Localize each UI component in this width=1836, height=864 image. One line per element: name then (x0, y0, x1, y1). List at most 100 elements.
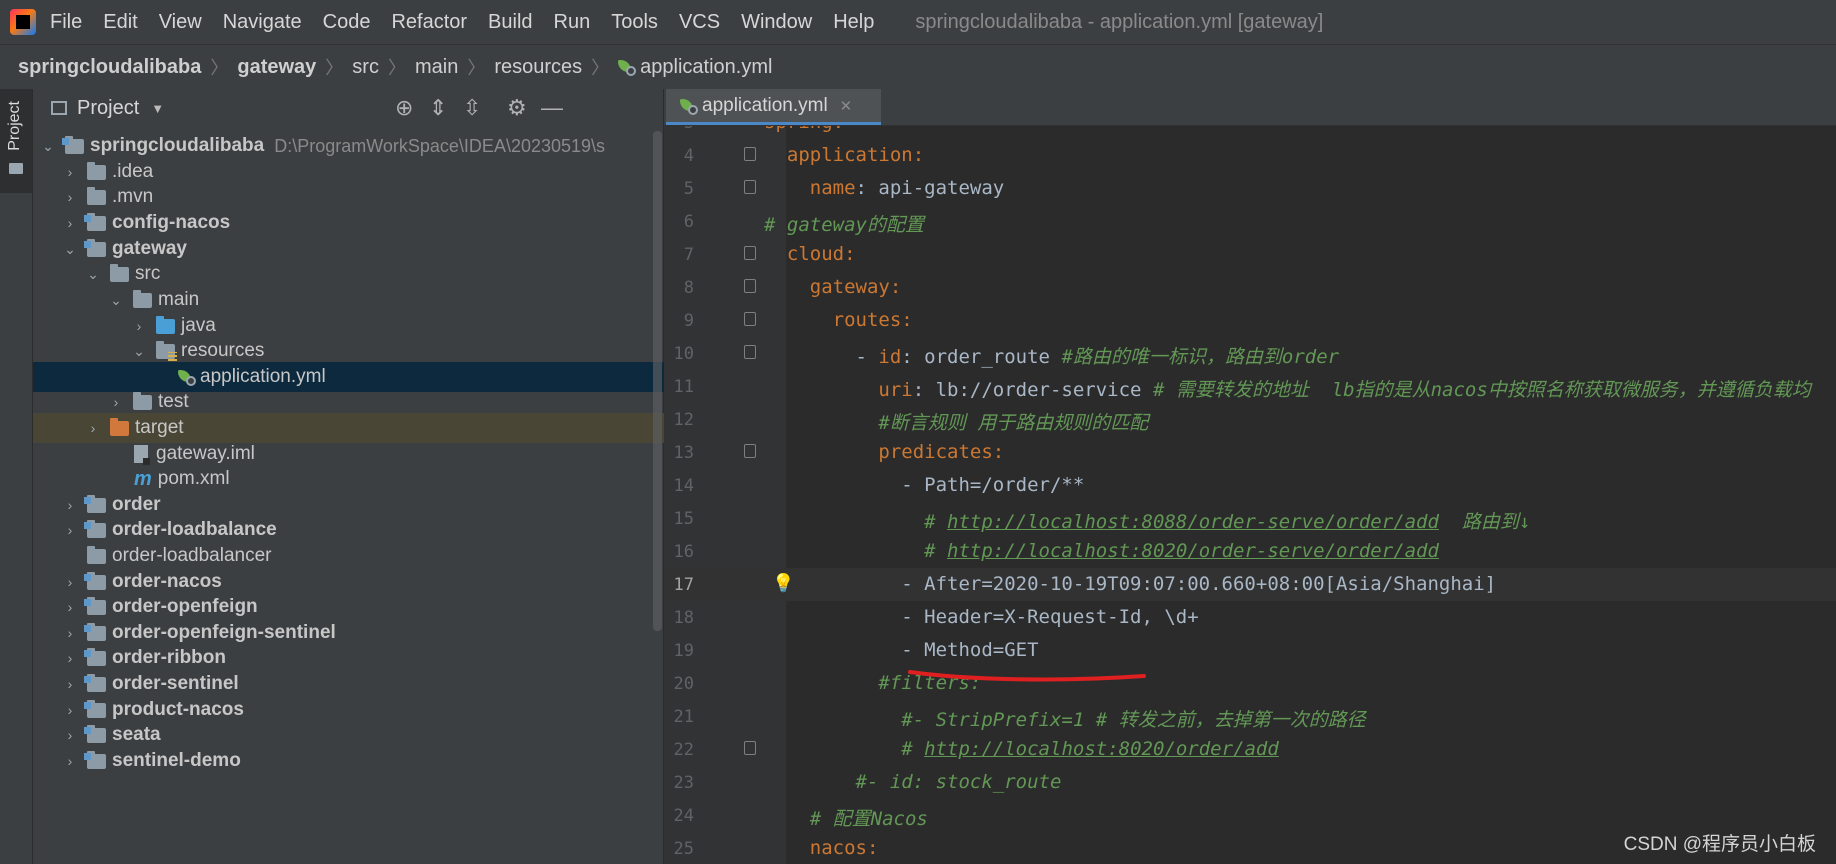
chevron-down-icon[interactable]: ⌄ (109, 292, 123, 309)
menu-navigate[interactable]: Navigate (223, 11, 302, 34)
code-line[interactable]: 14 - Path=/order/** (664, 469, 1836, 502)
code-line[interactable]: 16 # http://localhost:8020/order-serve/o… (664, 535, 1836, 568)
code-editor[interactable]: 3spring:4 application:5 name: api-gatewa… (664, 126, 1836, 864)
code-line[interactable]: 3 spring: (664, 126, 1836, 139)
chevron-right-icon[interactable]: › (63, 164, 77, 180)
folder-icon (87, 186, 106, 205)
chevron-right-icon[interactable]: › (63, 676, 77, 692)
chevron-right-icon[interactable]: › (132, 318, 146, 334)
url-link[interactable]: http://localhost:8020/order/add (924, 738, 1279, 760)
collapse-all-icon[interactable]: ⇳ (463, 95, 481, 121)
chevron-right-icon[interactable]: › (109, 394, 123, 410)
fold-marker-icon[interactable] (744, 345, 756, 359)
menu-file[interactable]: File (50, 11, 82, 34)
tree-scrollbar[interactable] (653, 131, 662, 631)
fold-marker-icon[interactable] (744, 147, 756, 161)
menu-code[interactable]: Code (323, 11, 371, 34)
fold-marker-icon[interactable] (744, 444, 756, 458)
breadcrumb-project[interactable]: springcloudalibaba (18, 56, 201, 79)
menu-help[interactable]: Help (833, 11, 874, 34)
code-line[interactable]: 10 - id: order_route #路由的唯一标识，路由到order (664, 337, 1836, 370)
chevron-right-icon[interactable]: › (63, 215, 77, 231)
chevron-right-icon[interactable]: › (86, 420, 100, 436)
project-tool-tab[interactable]: Project (0, 89, 32, 193)
chevron-down-icon[interactable]: ⌄ (63, 241, 77, 258)
menu-tools[interactable]: Tools (611, 11, 658, 34)
module-folder-icon (84, 673, 106, 692)
fold-marker-icon[interactable] (744, 180, 756, 194)
chevron-right-icon[interactable]: › (63, 599, 77, 615)
code-line[interactable]: 8 gateway: (664, 271, 1836, 304)
chevron-right-icon[interactable]: › (63, 189, 77, 205)
breadcrumb-src[interactable]: src (352, 56, 379, 79)
code-line[interactable]: 22 # http://localhost:8020/order/add (664, 733, 1836, 766)
chevron-right-icon[interactable]: › (63, 625, 77, 641)
url-link[interactable]: http://localhost:8088/order-serve/order/… (947, 511, 1439, 533)
hide-icon[interactable]: — (541, 95, 563, 121)
yaml-comment: #路由的唯一标识，路由到order (1061, 346, 1340, 368)
menu-window[interactable]: Window (741, 11, 812, 34)
menu-edit[interactable]: Edit (103, 11, 137, 34)
fold-marker-icon[interactable] (744, 312, 756, 326)
expand-all-icon[interactable]: ⇕ (429, 95, 447, 121)
menu-vcs[interactable]: VCS (679, 11, 720, 34)
breadcrumb-module[interactable]: gateway (237, 56, 316, 79)
menu-view[interactable]: View (159, 11, 202, 34)
menu-build[interactable]: Build (488, 11, 532, 34)
chevron-right-icon[interactable]: › (63, 522, 77, 538)
code-line[interactable]: 20 #filters: (664, 667, 1836, 700)
code-line[interactable]: 17 💡 - After=2020-10-19T09:07:00.660+08:0… (664, 568, 1836, 601)
breadcrumb: springcloudalibaba 〉 gateway 〉 src 〉 mai… (0, 44, 1836, 90)
code-line[interactable]: 18 - Header=X-Request-Id, \d+ (664, 601, 1836, 634)
chevron-right-icon[interactable]: › (63, 574, 77, 590)
code-text: uri: lb://order-service # 需要转发的地址 lb指的是从… (764, 375, 1810, 402)
module-folder-icon (84, 238, 106, 257)
code-line[interactable]: 11 uri: lb://order-service # 需要转发的地址 lb指… (664, 370, 1836, 403)
code-line[interactable]: 21 #- StripPrefix=1 # 转发之前，去掉第一次的路径 (664, 700, 1836, 733)
yaml-key: predicates: (878, 441, 1005, 463)
fold-marker-icon[interactable] (744, 279, 756, 293)
code-line[interactable]: 23 #- id: stock_route (664, 766, 1836, 799)
chevron-right-icon[interactable]: › (63, 753, 77, 769)
gear-icon[interactable]: ⚙ (507, 95, 527, 121)
module-folder-icon (84, 647, 106, 666)
fold-marker-icon[interactable] (744, 741, 756, 755)
code-text: - Path=/order/** (764, 474, 1084, 496)
code-line[interactable]: 13 predicates: (664, 436, 1836, 469)
code-line[interactable]: 12 #断言规则 用于路由规则的匹配 (664, 403, 1836, 436)
chevron-down-icon[interactable]: ▼ (151, 101, 164, 116)
chevron-right-icon[interactable]: › (63, 650, 77, 666)
url-link[interactable]: http://localhost:8020/order-serve/order/… (947, 540, 1439, 562)
code-line[interactable]: 5 name: api-gateway (664, 172, 1836, 205)
project-panel-title[interactable]: Project (77, 97, 139, 120)
code-line[interactable]: 24 # 配置Nacos (664, 799, 1836, 832)
fold-marker-icon[interactable] (744, 246, 756, 260)
menu-run[interactable]: Run (554, 11, 591, 34)
menu-refactor[interactable]: Refactor (391, 11, 467, 34)
line-number: 4 (683, 146, 694, 166)
chevron-right-icon[interactable]: › (63, 497, 77, 513)
breadcrumb-resources[interactable]: resources (494, 56, 582, 79)
code-text: # gateway的配置 (764, 210, 924, 237)
yaml-comment: 路由到↓ (1438, 511, 1531, 533)
line-number: 6 (683, 212, 694, 232)
chevron-right-icon[interactable]: › (63, 702, 77, 718)
code-line[interactable]: 4 application: (664, 139, 1836, 172)
code-line[interactable]: 7 cloud: (664, 238, 1836, 271)
breadcrumb-file[interactable]: application.yml (640, 56, 772, 79)
tab-application-yml[interactable]: application.yml ✕ (666, 89, 881, 125)
chevron-down-icon[interactable]: ⌄ (41, 138, 55, 155)
chevron-down-icon[interactable]: ⌄ (86, 266, 100, 283)
folder-icon (87, 545, 106, 564)
code-line[interactable]: 19 - Method=GET (664, 634, 1836, 667)
code-line[interactable]: 6 # gateway的配置 (664, 205, 1836, 238)
chevron-down-icon[interactable]: ⌄ (132, 343, 146, 360)
tree-item[interactable]: › sentinel-demo (33, 746, 693, 776)
locate-icon[interactable]: ⊕ (395, 95, 413, 121)
close-icon[interactable]: ✕ (840, 97, 853, 115)
code-line[interactable]: 9 routes: (664, 304, 1836, 337)
code-line[interactable]: 15 # http://localhost:8088/order-serve/o… (664, 502, 1836, 535)
breadcrumb-main[interactable]: main (415, 56, 458, 79)
chevron-right-icon[interactable]: › (63, 727, 77, 743)
